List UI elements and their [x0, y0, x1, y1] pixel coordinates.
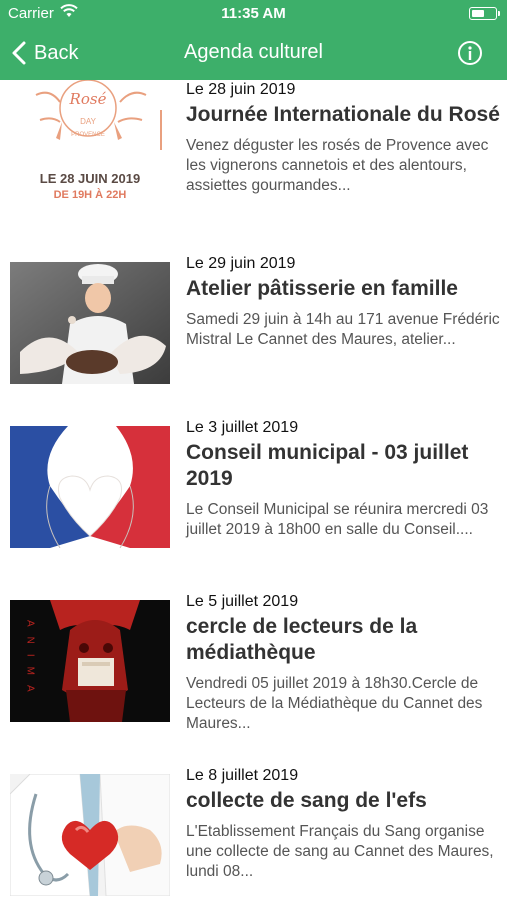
event-date: Le 29 juin 2019 [186, 255, 296, 272]
poster-hours-text: DE 19H À 22H [54, 188, 127, 201]
event-list-item[interactable]: ANIMA Le 5 juillet 2019 cercle de lecteu… [0, 592, 507, 766]
page-title: Agenda culturel [184, 41, 323, 63]
event-list-item[interactable]: Le 8 juillet 2019 collecte de sang de l'… [0, 766, 507, 900]
event-title: Atelier pâtisserie en famille [186, 277, 458, 300]
event-thumbnail-rose-day: Rosé DAY PROVENCE LE 28 JUIN 2019 DE 19H… [10, 80, 170, 202]
event-description: Samedi 29 juin à 14h au 171 avenue Frédé… [186, 311, 500, 348]
event-date: Le 5 juillet 2019 [186, 593, 299, 610]
poster-date-text: LE 28 JUIN 2019 [40, 171, 140, 186]
event-title: Conseil municipal - 03 juillet 2019 [186, 441, 469, 490]
event-list-item[interactable]: Le 3 juillet 2019 Conseil municipal - 03… [0, 418, 507, 592]
status-bar: Carrier 11:35 AM [0, 0, 507, 28]
event-title: Journée Internationale du Rosé [186, 103, 500, 126]
event-title: collecte de sang de l'efs [186, 789, 427, 812]
event-list: Rosé DAY PROVENCE LE 28 JUIN 2019 DE 19H… [0, 80, 507, 900]
event-thumbnail-anima-poster: ANIMA [10, 600, 170, 722]
event-description: Le Conseil Municipal se réunira mercredi… [186, 501, 489, 538]
event-date: Le 28 juin 2019 [186, 81, 296, 98]
event-text: Le 28 juin 2019 Journée Internationale d… [186, 80, 503, 196]
event-thumbnail-doctor-heart [10, 774, 170, 896]
navigation-bar: Back Agenda culturel [0, 28, 507, 80]
event-text: Le 8 juillet 2019 collecte de sang de l'… [186, 766, 503, 882]
event-thumbnail-flag-heart-hands [10, 426, 170, 548]
clock: 11:35 AM [221, 5, 286, 22]
event-description: Vendredi 05 juillet 2019 à 18h30.Cercle … [186, 675, 483, 732]
event-date: Le 8 juillet 2019 [186, 767, 299, 784]
event-list-item[interactable]: Rosé DAY PROVENCE LE 28 JUIN 2019 DE 19H… [0, 80, 507, 254]
poster-day-text: DAY [80, 117, 97, 126]
event-list-item[interactable]: Le 29 juin 2019 Atelier pâtisserie en fa… [0, 254, 507, 428]
poster-rose-text: Rosé [69, 90, 107, 108]
event-thumbnail-pastry-chef [10, 262, 170, 384]
event-description: L'Etablissement Français du Sang organis… [186, 823, 494, 880]
event-date: Le 3 juillet 2019 [186, 419, 299, 436]
event-text: Le 5 juillet 2019 cercle de lecteurs de … [186, 592, 503, 734]
event-title: cercle de lecteurs de la médiathèque [186, 615, 418, 664]
event-text: Le 29 juin 2019 Atelier pâtisserie en fa… [186, 254, 503, 350]
poster-vertical-text: ANIMA [25, 620, 36, 702]
battery-icon [469, 7, 500, 20]
event-text: Le 3 juillet 2019 Conseil municipal - 03… [186, 418, 503, 540]
info-icon[interactable] [457, 40, 483, 66]
event-description: Venez déguster les rosés de Provence ave… [186, 137, 489, 194]
poster-provence-text: PROVENCE [71, 132, 105, 138]
